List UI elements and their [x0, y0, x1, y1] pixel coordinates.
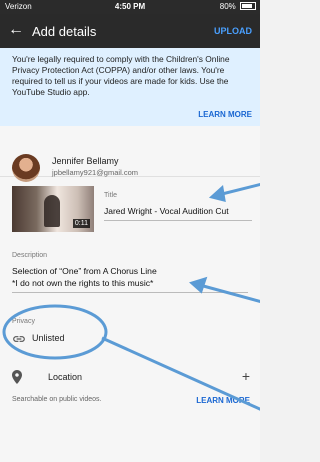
battery-percent: 80%	[219, 2, 236, 11]
account-name: Jennifer Bellamy	[52, 156, 119, 166]
location-label: Location	[48, 372, 83, 382]
title-label: Title	[104, 192, 117, 199]
plus-icon[interactable]: +	[242, 368, 250, 384]
video-thumbnail[interactable]: 0:11	[12, 186, 94, 232]
description-field-line-1[interactable]: Selection of “One” from A Chorus Line	[12, 266, 157, 276]
privacy-value: Unlisted	[32, 333, 65, 343]
avatar	[12, 154, 40, 182]
description-field-line-2[interactable]: *I do not own the rights to this music*	[12, 278, 153, 288]
description-underline	[12, 292, 248, 293]
battery-icon	[240, 2, 256, 10]
coppa-learn-more-link[interactable]: LEARN MORE	[198, 110, 252, 119]
privacy-label: Privacy	[12, 318, 35, 325]
upload-button[interactable]: UPLOAD	[214, 26, 252, 36]
location-learn-more-link[interactable]: LEARN MORE	[196, 396, 250, 405]
account-row: Jennifer Bellamy jpbellamy921@gmail.com	[0, 140, 260, 182]
battery-indicator: 80%	[220, 2, 256, 11]
app-bar: ← Add details UPLOAD	[0, 14, 260, 48]
thumbnail-figure	[44, 195, 60, 227]
back-arrow-icon[interactable]: ←	[8, 21, 24, 39]
title-underline	[104, 220, 252, 221]
status-bar: Verizon 4:50 PM 80%	[0, 0, 260, 14]
video-row: 0:11 Title Jared Wright - Vocal Audition…	[0, 180, 260, 240]
location-row[interactable]: Location +	[12, 368, 252, 386]
link-icon	[13, 336, 25, 342]
page-title: Add details	[32, 24, 97, 39]
video-duration: 0:11	[72, 219, 90, 228]
account-email: jpbellamy921@gmail.com	[52, 168, 138, 177]
coppa-notice: You're legally required to comply with t…	[0, 48, 260, 126]
privacy-selector[interactable]: Unlisted	[12, 332, 132, 346]
location-pin-icon	[12, 370, 22, 384]
description-label: Description	[12, 252, 48, 259]
details-form: Jennifer Bellamy jpbellamy921@gmail.com …	[0, 126, 260, 462]
searchable-note: Searchable on public videos.	[12, 396, 102, 403]
coppa-notice-text: You're legally required to comply with t…	[12, 54, 230, 97]
title-field[interactable]: Jared Wright - Vocal Audition Cut	[104, 206, 229, 216]
